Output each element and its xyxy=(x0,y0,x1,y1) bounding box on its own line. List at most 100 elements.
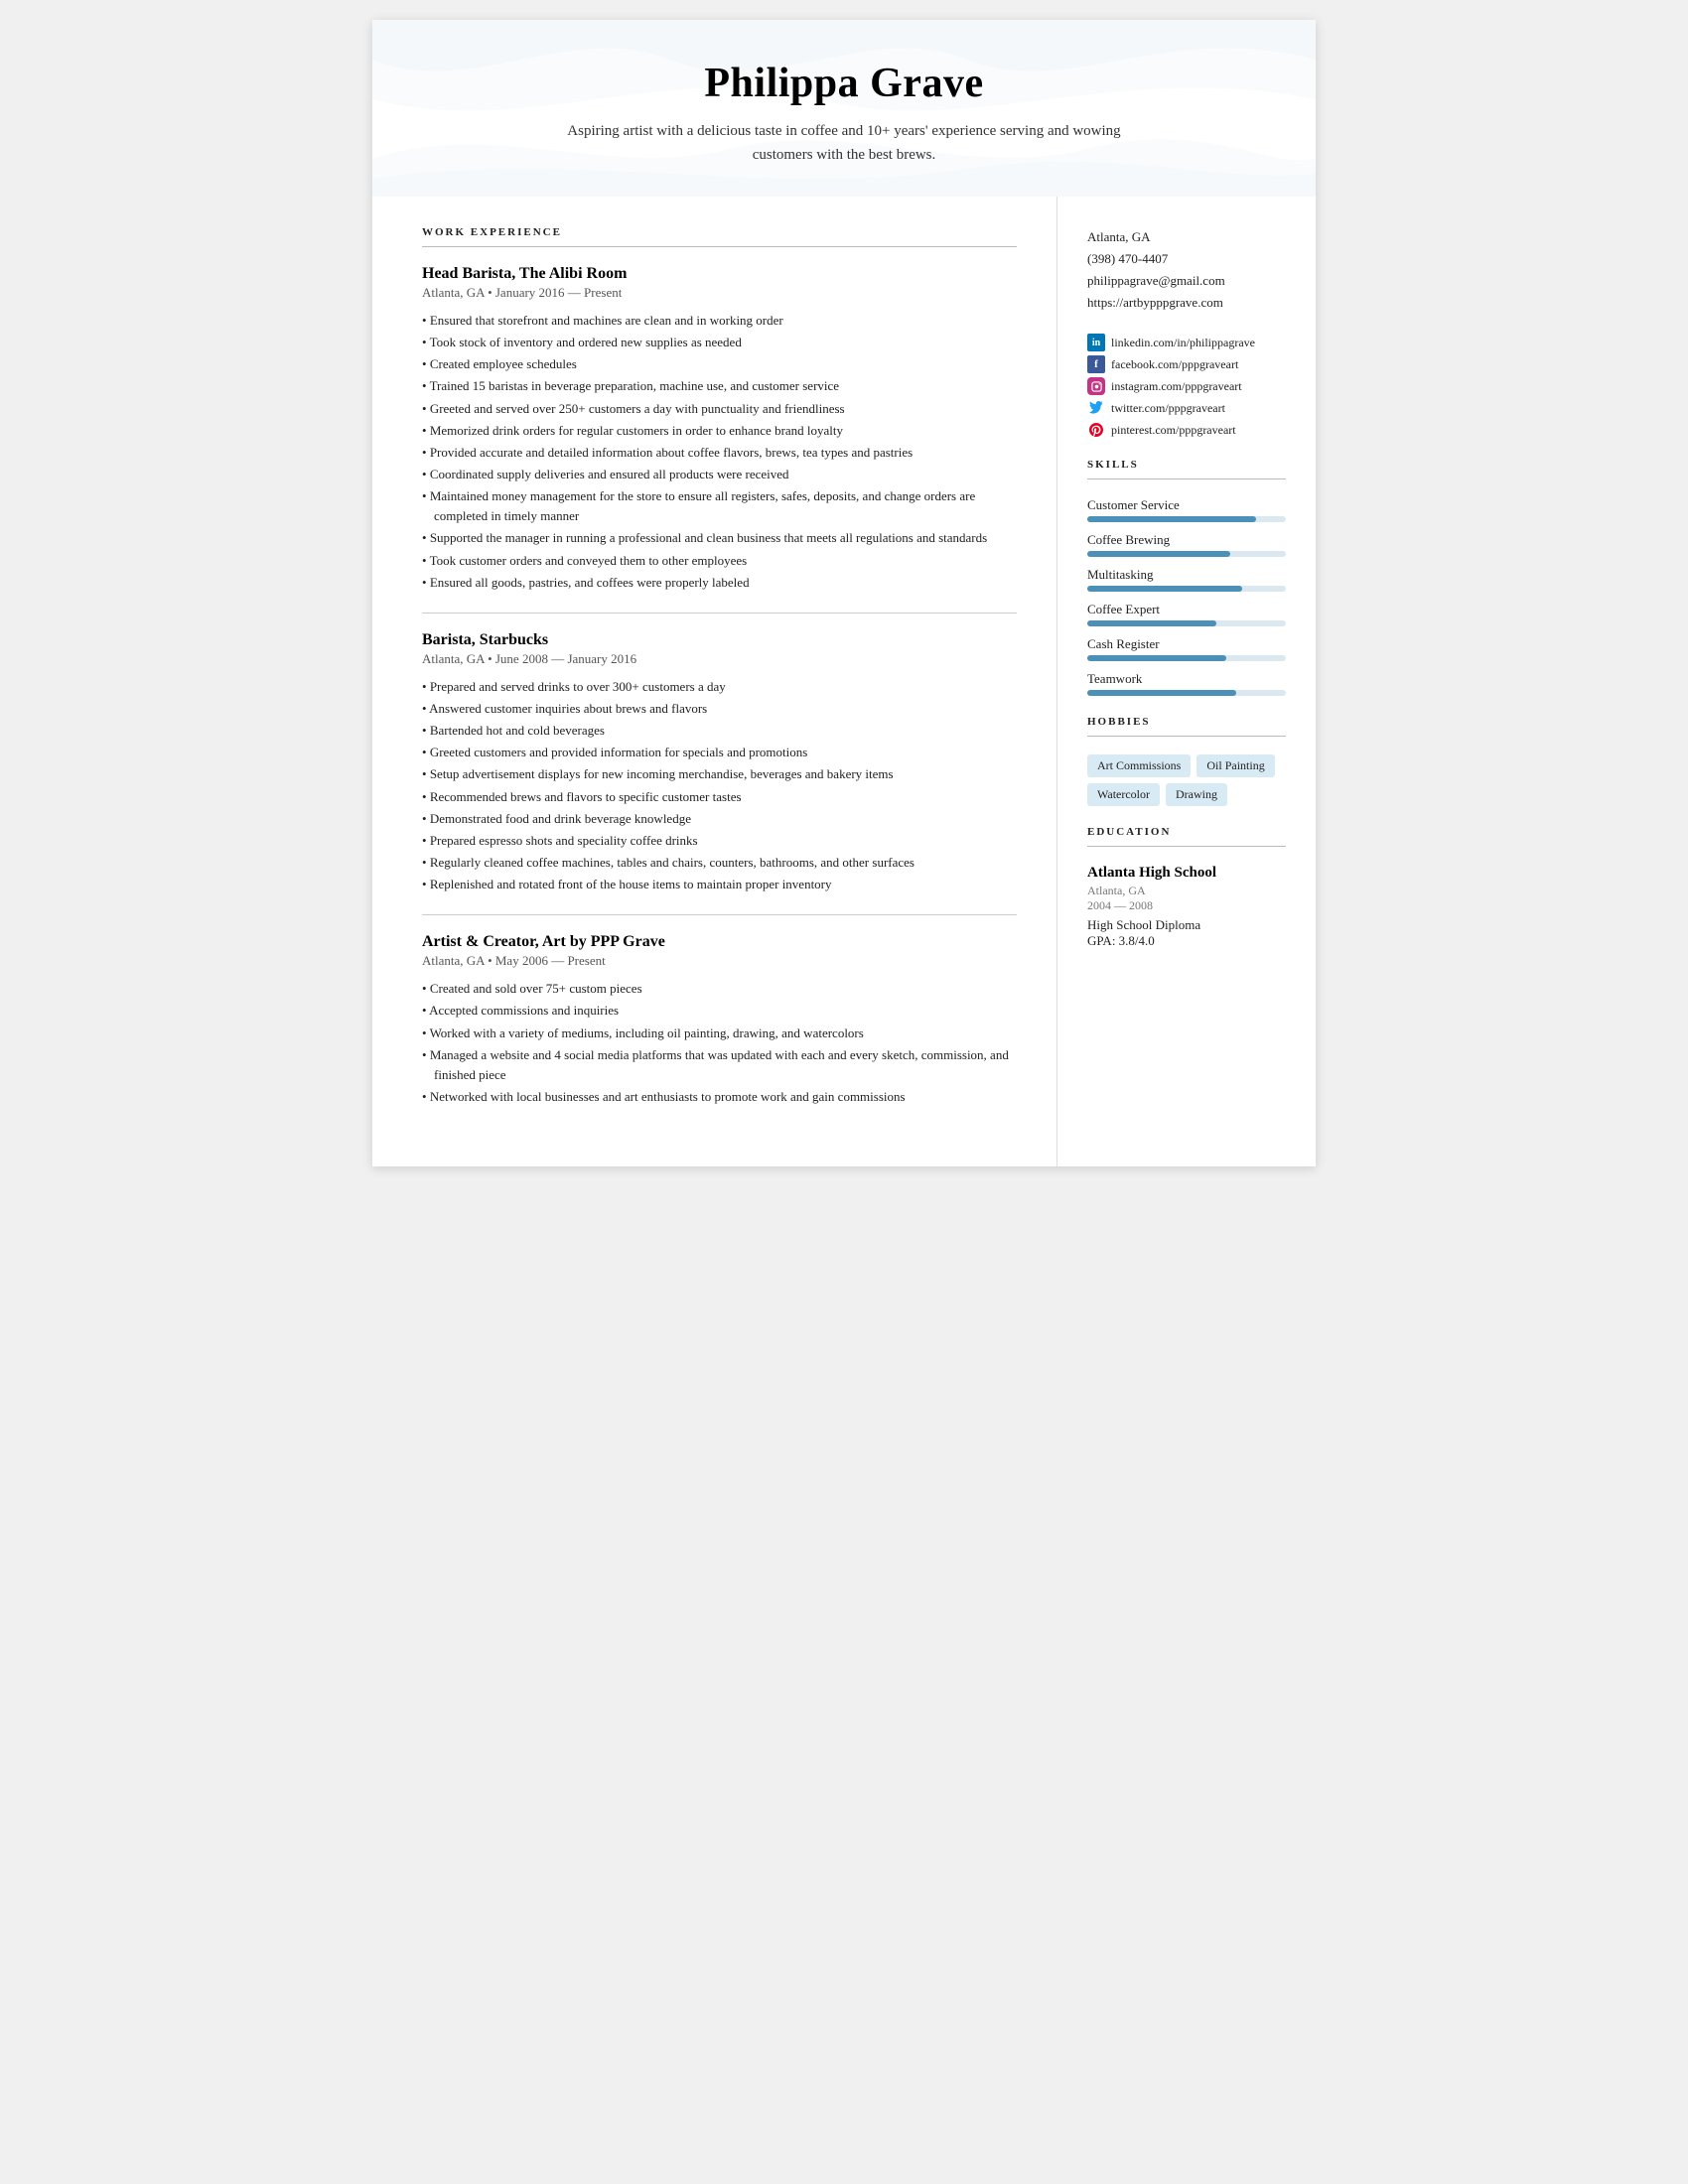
bullet: Accepted commissions and inquiries xyxy=(422,1001,1017,1021)
skill-bar-fill-2 xyxy=(1087,586,1242,592)
skill-bar-bg-3 xyxy=(1087,620,1286,626)
skills-label: SKILLS xyxy=(1087,459,1286,471)
skill-item-1: Coffee Brewing xyxy=(1087,532,1286,557)
skill-bar-fill-4 xyxy=(1087,655,1226,661)
skill-bar-fill-3 xyxy=(1087,620,1216,626)
bullet: Bartended hot and cold beverages xyxy=(422,721,1017,741)
bullet: Managed a website and 4 social media pla… xyxy=(422,1045,1017,1085)
bullet: Trained 15 baristas in beverage preparat… xyxy=(422,376,1017,396)
social-item-pinterest: pinterest.com/pppgraveart xyxy=(1087,421,1286,439)
bullet: Memorized drink orders for regular custo… xyxy=(422,421,1017,441)
bullet: Greeted customers and provided informati… xyxy=(422,743,1017,762)
sidebar-column: Atlanta, GA (398) 470-4407 philippagrave… xyxy=(1057,197,1316,1166)
bullet: Took stock of inventory and ordered new … xyxy=(422,333,1017,352)
work-experience-divider xyxy=(422,246,1017,247)
job-divider-2 xyxy=(422,914,1017,915)
skills-block: SKILLS Customer Service Coffee Brewing M… xyxy=(1087,459,1286,696)
main-column: WORK EXPERIENCE Head Barista, The Alibi … xyxy=(372,197,1057,1166)
bullet: Regularly cleaned coffee machines, table… xyxy=(422,853,1017,873)
skill-name-0: Customer Service xyxy=(1087,497,1286,513)
bullet: Provided accurate and detailed informati… xyxy=(422,443,1017,463)
contact-block: Atlanta, GA (398) 470-4407 philippagrave… xyxy=(1087,226,1286,314)
social-block: in linkedin.com/in/philippagrave f faceb… xyxy=(1087,334,1286,439)
job-bullets-3: Created and sold over 75+ custom pieces … xyxy=(422,979,1017,1107)
contact-email: philippagrave@gmail.com xyxy=(1087,270,1286,292)
edu-gpa: GPA: 3.8/4.0 xyxy=(1087,933,1286,949)
pinterest-handle: pinterest.com/pppgraveart xyxy=(1111,423,1236,438)
skill-bar-fill-0 xyxy=(1087,516,1256,522)
hobbies-block: HOBBIES Art Commissions Oil Painting Wat… xyxy=(1087,716,1286,806)
bullet: Replenished and rotated front of the hou… xyxy=(422,875,1017,894)
skill-name-1: Coffee Brewing xyxy=(1087,532,1286,548)
candidate-tagline: Aspiring artist with a delicious taste i… xyxy=(546,119,1142,167)
bullet: Maintained money management for the stor… xyxy=(422,486,1017,526)
skill-bar-bg-5 xyxy=(1087,690,1286,696)
work-experience-label: WORK EXPERIENCE xyxy=(422,226,1017,238)
social-item-twitter: twitter.com/pppgraveart xyxy=(1087,399,1286,417)
instagram-icon xyxy=(1087,377,1105,395)
skill-item-3: Coffee Expert xyxy=(1087,602,1286,626)
skill-name-2: Multitasking xyxy=(1087,567,1286,583)
skill-item-2: Multitasking xyxy=(1087,567,1286,592)
skill-bar-fill-1 xyxy=(1087,551,1230,557)
edu-school: Atlanta High School xyxy=(1087,865,1286,882)
linkedin-handle: linkedin.com/in/philippagrave xyxy=(1111,336,1255,350)
skill-bar-fill-5 xyxy=(1087,690,1236,696)
facebook-handle: facebook.com/pppgraveart xyxy=(1111,357,1238,372)
linkedin-icon: in xyxy=(1087,334,1105,351)
skill-name-3: Coffee Expert xyxy=(1087,602,1286,617)
hobby-tag-1: Oil Painting xyxy=(1196,754,1274,777)
resume-page: Philippa Grave Aspiring artist with a de… xyxy=(372,20,1316,1166)
hobbies-label: HOBBIES xyxy=(1087,716,1286,728)
edu-degree: High School Diploma xyxy=(1087,917,1286,933)
contact-phone: (398) 470-4407 xyxy=(1087,248,1286,270)
skill-bar-bg-1 xyxy=(1087,551,1286,557)
bullet: Created and sold over 75+ custom pieces xyxy=(422,979,1017,999)
social-item-linkedin: in linkedin.com/in/philippagrave xyxy=(1087,334,1286,351)
job-title-3: Artist & Creator, Art by PPP Grave xyxy=(422,933,1017,951)
hobby-tag-0: Art Commissions xyxy=(1087,754,1191,777)
contact-website: https://artbypppgrave.com xyxy=(1087,292,1286,314)
bullet: Answered customer inquiries about brews … xyxy=(422,699,1017,719)
bullet: Prepared and served drinks to over 300+ … xyxy=(422,677,1017,697)
job-entry-2: Barista, Starbucks Atlanta, GA • June 20… xyxy=(422,631,1017,894)
hobby-tag-2: Watercolor xyxy=(1087,783,1160,806)
bullet: Recommended brews and flavors to specifi… xyxy=(422,787,1017,807)
resume-body: WORK EXPERIENCE Head Barista, The Alibi … xyxy=(372,197,1316,1166)
skill-item-0: Customer Service xyxy=(1087,497,1286,522)
job-divider-1 xyxy=(422,613,1017,614)
skill-item-5: Teamwork xyxy=(1087,671,1286,696)
job-entry-1: Head Barista, The Alibi Room Atlanta, GA… xyxy=(422,265,1017,593)
skill-bar-bg-2 xyxy=(1087,586,1286,592)
edu-dates: 2004 — 2008 xyxy=(1087,898,1286,913)
hobby-tags: Art Commissions Oil Painting Watercolor … xyxy=(1087,754,1286,806)
skill-item-4: Cash Register xyxy=(1087,636,1286,661)
twitter-handle: twitter.com/pppgraveart xyxy=(1111,401,1225,416)
education-block: EDUCATION Atlanta High School Atlanta, G… xyxy=(1087,826,1286,949)
instagram-handle: instagram.com/pppgraveart xyxy=(1111,379,1242,394)
job-meta-3: Atlanta, GA • May 2006 — Present xyxy=(422,953,1017,969)
skill-name-4: Cash Register xyxy=(1087,636,1286,652)
job-bullets-1: Ensured that storefront and machines are… xyxy=(422,311,1017,593)
job-title-1: Head Barista, The Alibi Room xyxy=(422,265,1017,283)
education-divider xyxy=(1087,846,1286,847)
resume-header: Philippa Grave Aspiring artist with a de… xyxy=(372,20,1316,197)
bullet: Supported the manager in running a profe… xyxy=(422,528,1017,548)
skill-bar-bg-0 xyxy=(1087,516,1286,522)
facebook-icon: f xyxy=(1087,355,1105,373)
skill-bar-bg-4 xyxy=(1087,655,1286,661)
job-title-2: Barista, Starbucks xyxy=(422,631,1017,649)
bullet: Setup advertisement displays for new inc… xyxy=(422,764,1017,784)
job-meta-2: Atlanta, GA • June 2008 — January 2016 xyxy=(422,651,1017,667)
bullet: Ensured all goods, pastries, and coffees… xyxy=(422,573,1017,593)
contact-location: Atlanta, GA xyxy=(1087,226,1286,248)
education-label: EDUCATION xyxy=(1087,826,1286,838)
bullet: Greeted and served over 250+ customers a… xyxy=(422,399,1017,419)
pinterest-icon xyxy=(1087,421,1105,439)
bullet: Prepared espresso shots and speciality c… xyxy=(422,831,1017,851)
job-meta-1: Atlanta, GA • January 2016 — Present xyxy=(422,285,1017,301)
edu-location: Atlanta, GA xyxy=(1087,884,1286,898)
job-entry-3: Artist & Creator, Art by PPP Grave Atlan… xyxy=(422,933,1017,1107)
hobby-tag-3: Drawing xyxy=(1166,783,1227,806)
bullet: Created employee schedules xyxy=(422,354,1017,374)
